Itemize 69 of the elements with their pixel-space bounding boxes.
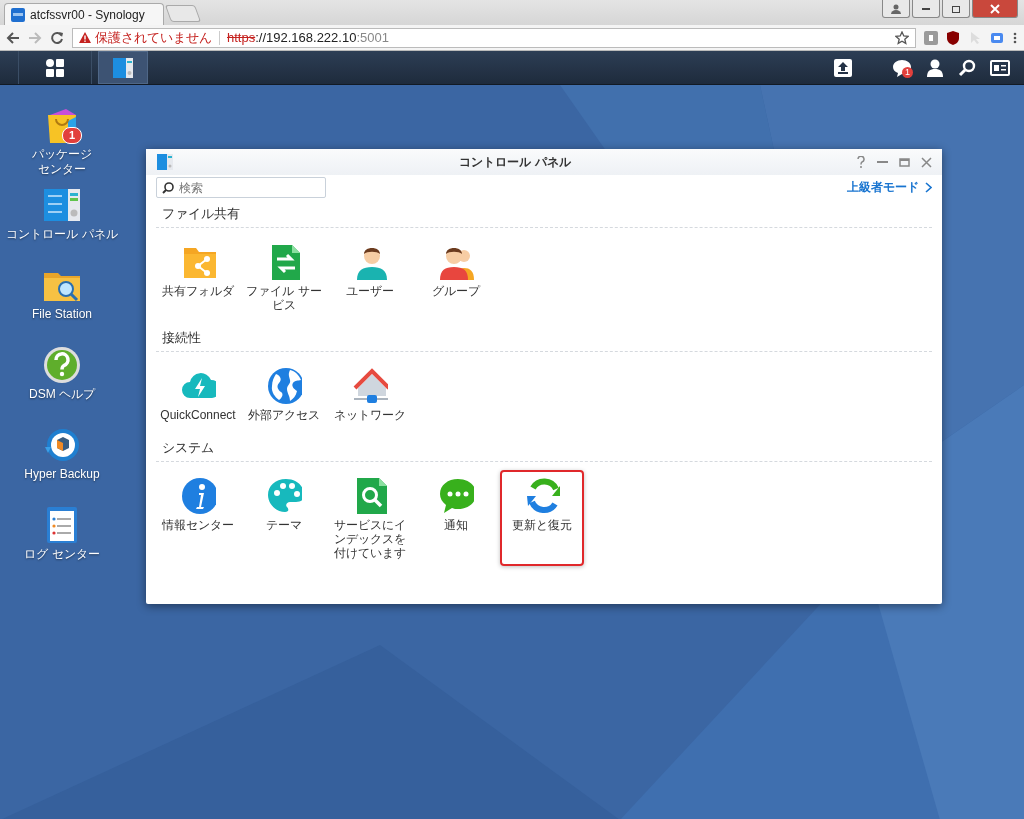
help-icon[interactable] [856,156,866,168]
help-icon[interactable] [42,345,82,385]
control-panel-item[interactable]: グループ [414,236,498,318]
search-icon[interactable] [958,58,976,77]
close-icon[interactable] [921,156,932,168]
control-panel-item[interactable]: 共有フォルダ [156,236,240,318]
desktop-icon-label[interactable]: ログ センター [24,547,100,562]
close-button[interactable] [972,0,1018,18]
desktop-icon-label[interactable]: コントロール パネル [6,227,118,242]
restore-icon [951,3,961,14]
site-icon [11,7,25,22]
main-menu-button[interactable] [18,51,92,84]
control-panel-item[interactable]: 情報センター [156,470,240,566]
globe-icon [266,366,302,404]
info-icon [180,476,216,514]
minimize-button[interactable] [912,0,940,18]
control-panel-icon [156,153,174,171]
control-panel-item[interactable]: 通知 [414,470,498,566]
notification-badge: 1 [902,66,913,78]
reload-icon[interactable] [50,30,64,45]
id-card-icon [990,59,1010,76]
user-icon[interactable] [926,58,944,77]
security-warning: 保護されていません [95,28,212,47]
control-panel-item[interactable]: 更新と復元 [500,470,584,566]
maximize-icon[interactable] [899,156,910,168]
section-heading: 接続性 [156,322,932,352]
control-panel-item[interactable]: ユーザー [328,236,412,318]
control-panel-item[interactable]: ファイル サービス [242,236,326,318]
desktop-icon-label[interactable]: センター [38,162,86,177]
shield-icon[interactable] [946,30,960,45]
control-panel-icon [112,56,134,79]
search-icon [162,182,174,194]
window-title: コントロール パネル [458,153,572,171]
palette-icon [266,476,302,514]
control-panel-item[interactable]: テーマ [242,470,326,566]
control-panel-item[interactable]: 外部アクセス [242,360,326,428]
minimize-icon [922,7,930,10]
screen-icon[interactable] [990,30,1004,45]
back-icon[interactable] [6,30,20,45]
section-heading: システム [156,432,932,462]
taskbar-app-button[interactable] [98,51,148,84]
refresh-arrows-icon [524,476,560,514]
star-icon[interactable] [895,30,909,45]
grid-icon [45,57,65,78]
warning-icon [79,31,91,44]
desktop-icon-label[interactable]: パッケージ [32,147,92,162]
browser-tab[interactable]: atcfssvr00 - Synology [4,3,164,25]
search-field[interactable]: 検索 [156,177,326,198]
upload-icon[interactable] [834,58,852,77]
restore-button[interactable] [942,0,970,18]
close-icon [990,3,1000,14]
control-panel-item[interactable]: QuickConnect [156,360,240,428]
chevron-right-icon [925,182,932,193]
address-bar[interactable]: 保護されていません https://192.168.222.10:5001 [72,27,916,48]
menu-icon[interactable] [1012,30,1018,45]
control-panel-item[interactable]: サービスにインデックスを付けています [328,470,412,566]
section-heading: ファイル共有 [156,198,932,228]
control-panel-item[interactable]: ネットワーク [328,360,412,428]
person-icon [891,3,901,14]
profile-button[interactable] [882,0,910,18]
notifications-button[interactable]: 1 [892,58,912,77]
chat-bubble-icon [438,476,474,514]
advanced-mode-link[interactable]: 上級者モード [847,179,932,196]
desktop-icon-label[interactable]: Hyper Backup [24,467,100,482]
desktop-icon-label[interactable]: DSM ヘルプ [29,387,95,402]
url-text: https://192.168.222.10:5001 [227,30,389,45]
house-icon [352,366,388,404]
extension-icon[interactable] [924,30,938,45]
desktop-icon-label[interactable]: File Station [32,307,92,322]
